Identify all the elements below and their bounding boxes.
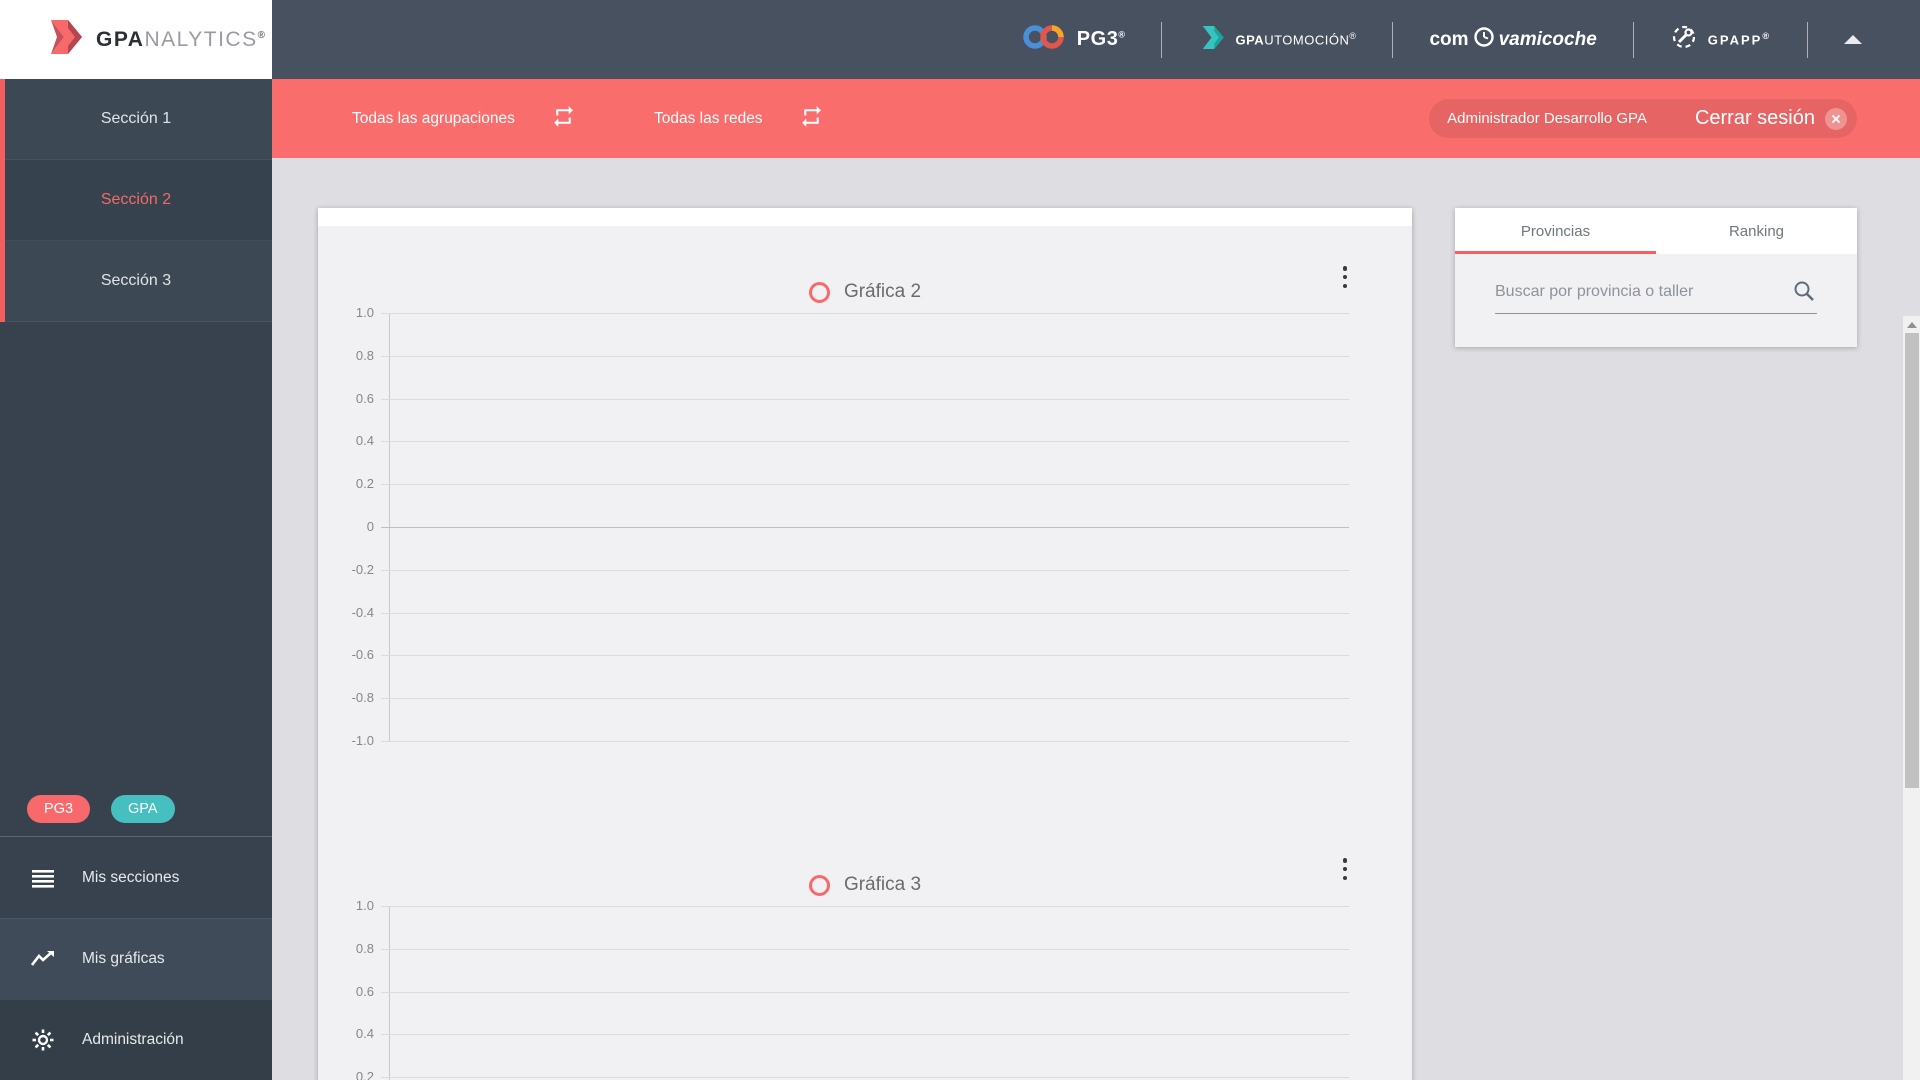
y-tick-label: 0.2	[355, 1069, 374, 1080]
chart2-title-row: Gráfica 2	[318, 281, 1412, 303]
pg3-brand[interactable]: PG3®	[1021, 23, 1126, 56]
card-top-strip	[318, 208, 1412, 226]
y-tick-label: -0.6	[351, 647, 374, 662]
search-input[interactable]	[1495, 270, 1817, 313]
compravamicoche-post: vamicoche	[1498, 28, 1597, 50]
y-tick-label: -0.8	[351, 690, 374, 705]
logout-button[interactable]: Cerrar sesión	[1695, 107, 1847, 130]
y-tick-label: 0.4	[355, 1026, 374, 1041]
gpapp-wrench-icon	[1670, 23, 1698, 56]
header-divider	[1161, 21, 1163, 58]
clock-icon	[1473, 26, 1495, 53]
sidebar-menu: Mis secciones Mis gráficas Administració…	[0, 836, 272, 1080]
gpautomocion-brand[interactable]: GPAUTOMOCIÓN®	[1198, 24, 1356, 56]
gpapp-label: GPAPP®	[1707, 31, 1771, 48]
gpapp-brand[interactable]: GPAPP®	[1670, 23, 1771, 56]
gpa-badge[interactable]: GPA	[111, 795, 175, 823]
chart3-y-axis-line	[389, 906, 390, 1080]
y-tick-label: -0.4	[351, 605, 374, 620]
y-tick-label: -0.2	[351, 562, 374, 577]
charts-card: Gráfica 2 1.0 0.8 0.6 0.4 0.2 0 -0.2 -0.…	[318, 208, 1412, 1080]
repeat-icon	[551, 104, 576, 134]
sidebar-item-label: Sección 1	[100, 110, 172, 127]
header-divider	[1392, 21, 1394, 58]
chart3-title: Gráfica 3	[843, 874, 922, 895]
menu-item-label: Mis gráficas	[82, 950, 165, 967]
search-icon[interactable]	[1793, 280, 1815, 307]
y-tick-label: 1.0	[355, 305, 374, 320]
pg3-label: PG3®	[1076, 28, 1126, 50]
app-logo[interactable]: GPANALYTICS®	[0, 0, 272, 79]
agrupaciones-filter[interactable]: Todas las agrupaciones	[352, 79, 576, 158]
user-name: Administrador Desarrollo GPA	[1447, 110, 1647, 127]
redes-filter[interactable]: Todas las redes	[654, 79, 824, 158]
active-tab-indicator	[1455, 251, 1656, 254]
scrollbar-thumb[interactable]	[1904, 333, 1919, 788]
menu-icon	[30, 868, 56, 888]
chart2-legend-marker-icon	[808, 281, 830, 303]
compravamicoche-pre: com	[1429, 28, 1469, 50]
chart2-title: Gráfica 2	[843, 281, 922, 302]
vertical-scrollbar[interactable]	[1903, 316, 1920, 1080]
top-header: PG3® GPAUTOMOCIÓN® com vamicoche GPAPP®	[272, 0, 1920, 79]
sidebar-item-administracion[interactable]: Administración	[0, 999, 272, 1080]
menu-item-label: Mis secciones	[82, 868, 180, 886]
y-tick-label: 0.6	[355, 984, 374, 999]
sidebar-badges: PG3 GPA	[27, 795, 175, 823]
redes-filter-label: Todas las redes	[654, 109, 763, 127]
collapse-header-button[interactable]	[1844, 35, 1862, 44]
sidebar-item-mis-graficas[interactable]: Mis gráficas	[0, 918, 272, 999]
panel-tabs: Provincias Ranking	[1455, 208, 1857, 254]
header-divider	[1807, 21, 1808, 58]
logout-close-icon	[1825, 107, 1847, 130]
compravamicoche-brand[interactable]: com vamicoche	[1429, 26, 1597, 53]
logout-label: Cerrar sesión	[1694, 107, 1815, 129]
y-tick-label: 1.0	[355, 898, 374, 913]
panel-body	[1455, 254, 1857, 347]
pg3-infinity-icon	[1021, 23, 1067, 56]
repeat-icon	[799, 104, 824, 134]
provinces-panel: Provincias Ranking	[1455, 208, 1857, 347]
chart3-title-row: Gráfica 3	[318, 874, 1412, 896]
gpa-arrow-logo-icon	[44, 17, 84, 62]
y-tick-label: 0.4	[355, 433, 374, 448]
gpautomocion-label: GPAUTOMOCIÓN®	[1235, 31, 1357, 48]
sidebar-item-label: Sección 2	[100, 191, 172, 208]
sidebar-item-label: Sección 3	[100, 272, 172, 289]
sidebar-item-seccion-3[interactable]: Sección 3	[0, 241, 272, 322]
search-field-wrapper	[1495, 270, 1817, 314]
y-tick-label: -1.0	[351, 733, 374, 748]
gear-icon	[30, 1029, 56, 1051]
gpautomocion-arrow-icon	[1198, 24, 1225, 56]
y-tick-label: 0.6	[355, 391, 374, 406]
agrupaciones-filter-label: Todas las agrupaciones	[352, 109, 515, 127]
user-session-pill: Administrador Desarrollo GPA Cerrar sesi…	[1429, 99, 1857, 138]
sidebar-accent-stripe	[0, 79, 5, 322]
sidebar-item-seccion-2[interactable]: Sección 2	[0, 160, 272, 241]
menu-item-label: Administración	[82, 1031, 184, 1048]
filter-toolbar: Todas las agrupaciones Todas las redes A…	[272, 79, 1920, 158]
y-tick-label: 0.2	[355, 476, 374, 491]
sidebar: Sección 1 Sección 2 Sección 3 PG3 GPA Mi…	[0, 79, 272, 1080]
main-content: Gráfica 2 1.0 0.8 0.6 0.4 0.2 0 -0.2 -0.…	[272, 158, 1920, 1080]
sidebar-item-seccion-1[interactable]: Sección 1	[0, 79, 272, 160]
y-tick-label: 0.8	[355, 941, 374, 956]
y-tick-label: 0.8	[355, 348, 374, 363]
scrollbar-up-arrow-icon[interactable]	[1906, 322, 1917, 328]
tab-provincias[interactable]: Provincias	[1455, 208, 1656, 254]
header-divider	[1632, 21, 1634, 58]
tab-ranking[interactable]: Ranking	[1656, 208, 1857, 254]
app-logo-text: GPANALYTICS®	[96, 27, 267, 51]
y-tick-label: 0	[366, 519, 374, 534]
pg3-badge[interactable]: PG3	[27, 795, 91, 823]
chart3-legend-marker-icon	[808, 874, 830, 896]
trend-icon	[30, 950, 56, 968]
sidebar-item-mis-secciones[interactable]: Mis secciones	[0, 837, 272, 918]
